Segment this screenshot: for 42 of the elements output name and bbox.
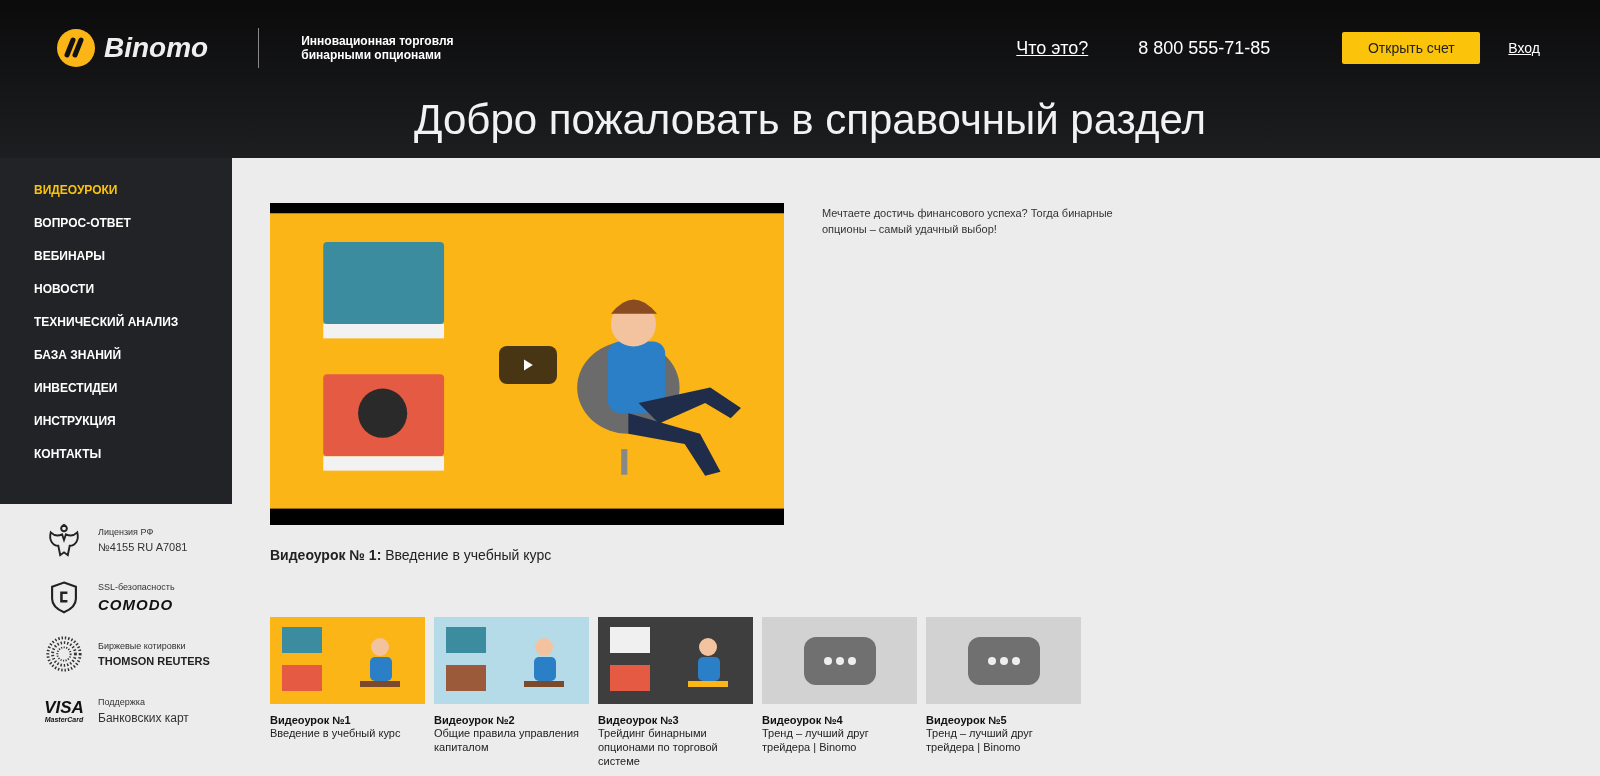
badge-caption: Лицензия РФ	[98, 527, 155, 537]
sidebar-item[interactable]: НОВОСТИ	[34, 281, 95, 314]
lesson-subtitle: Введение в учебный курс	[270, 726, 402, 740]
sidebar-item[interactable]: КОНТАКТЫ	[34, 446, 102, 479]
open-account-button[interactable]: Открыть счет	[1342, 32, 1481, 64]
sidebar-item[interactable]: ТЕХНИЧЕСКИЙ АНАЛИЗ	[34, 314, 179, 347]
lesson-title[interactable]: Видеоурок №4	[762, 714, 918, 726]
badge-value: №4155 RU A7081	[98, 541, 188, 553]
intro-text: Мечтаете достичь финансового успеха? Тогда бинарные опционы – самый удачный выбор!	[822, 206, 1114, 237]
lesson-subtitle: Трейдинг бинарными опционами по торговой системе	[598, 726, 719, 768]
lesson-title[interactable]: Видеоурок №5	[926, 714, 1082, 726]
lesson-title[interactable]: Видеоурок №2	[434, 714, 590, 726]
page-title: Добро пожаловать в справочный раздел	[413, 96, 1207, 144]
phone-number: 8 800 555-71-85	[1138, 37, 1271, 59]
sidebar-item[interactable]: ВИДЕОУРОКИ	[34, 182, 118, 215]
video-unavailable-icon	[762, 617, 917, 704]
sidebar-item[interactable]: ВЕБИНАРЫ	[34, 248, 105, 281]
badge-caption: Биржевые котировки	[98, 641, 187, 651]
badge-value: THOMSON REUTERS	[98, 655, 210, 667]
logo-text: Binomo	[104, 32, 209, 64]
lesson-subtitle: Тренд – лучший друг трейдера | Binomo	[926, 726, 1034, 754]
sidebar-item[interactable]: ВОПРОС-ОТВЕТ	[34, 215, 131, 248]
video-unavailable-icon	[926, 617, 1081, 704]
login-link[interactable]: Вход	[1508, 40, 1540, 56]
about-link[interactable]: Что это?	[1016, 37, 1089, 59]
badge-caption: Поддержка	[98, 697, 146, 707]
video-caption: Видеоурок № 1: Введение в учебный курс	[270, 547, 553, 563]
sidebar-item[interactable]: ИНВЕСТИДЕИ	[34, 380, 118, 413]
play-button[interactable]	[499, 346, 557, 384]
lesson-subtitle: Общие правила управления капиталом	[434, 726, 580, 754]
lesson-subtitle: Тренд – лучший друг трейдера | Binomo	[762, 726, 870, 754]
lesson-title[interactable]: Видеоурок №1	[270, 714, 426, 726]
tagline: Инновационная торговля бинарными опционами	[301, 34, 455, 62]
logo-icon	[56, 28, 96, 68]
badge-caption: SSL-безопасность	[98, 581, 175, 592]
sidebar-item[interactable]: ИНСТРУКЦИЯ	[34, 413, 116, 446]
dotted-globe-icon	[45, 635, 83, 673]
visa-logo: VISA	[44, 699, 84, 716]
badge-value: Банковских карт	[98, 711, 189, 725]
badge-value: COMODO	[98, 595, 175, 613]
sidebar-item[interactable]: БАЗА ЗНАНИЙ	[34, 347, 122, 380]
lesson-title[interactable]: Видеоурок №3	[598, 714, 754, 726]
